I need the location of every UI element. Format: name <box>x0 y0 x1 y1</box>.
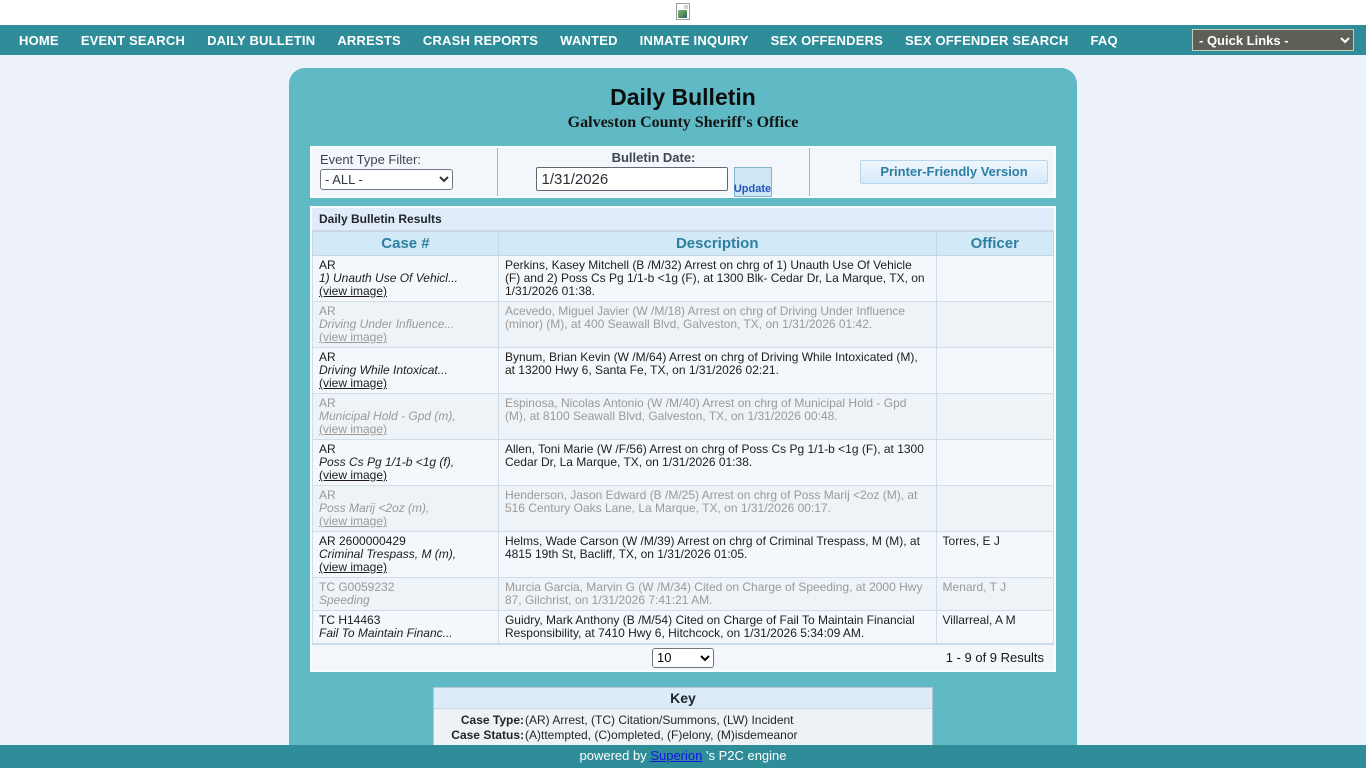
case-cell: AR 2600000429Criminal Trespass, M (m),(v… <box>313 532 499 578</box>
view-image-link[interactable]: (view image) <box>319 331 492 344</box>
table-row: ARPoss Cs Pg 1/1-b <1g (f),(view image)A… <box>313 440 1054 486</box>
agency-subtitle: Galveston County Sheriff's Office <box>310 114 1056 132</box>
results-section-title: Daily Bulletin Results <box>312 208 1054 231</box>
event-type-filter-cell: Event Type Filter: - ALL - <box>312 148 498 196</box>
filter-bar: Event Type Filter: - ALL - Bulletin Date… <box>310 146 1056 198</box>
broken-image-icon <box>676 3 690 20</box>
case-cell: ARDriving While Intoxicat...(view image) <box>313 348 499 394</box>
officer-cell <box>936 440 1053 486</box>
nav-item-home[interactable]: HOME <box>8 33 70 48</box>
nav-item-wanted[interactable]: WANTED <box>549 33 629 48</box>
case-cell: ARMunicipal Hold - Gpd (m),(view image) <box>313 394 499 440</box>
key-box: Key Case Type:(AR) Arrest, (TC) Citation… <box>433 687 933 748</box>
description-cell: Helms, Wade Carson (W /M/39) Arrest on c… <box>498 532 936 578</box>
description-cell: Bynum, Brian Kevin (W /M/64) Arrest on c… <box>498 348 936 394</box>
table-row: AR1) Unauth Use Of Vehicl...(view image)… <box>313 256 1054 302</box>
view-image-link[interactable]: (view image) <box>319 377 492 390</box>
top-strip <box>0 0 1366 25</box>
description-cell: Henderson, Jason Edward (B /M/25) Arrest… <box>498 486 936 532</box>
description-cell: Perkins, Kasey Mitchell (B /M/32) Arrest… <box>498 256 936 302</box>
description-cell: Murcia Garcia, Marvin G (W /M/34) Cited … <box>498 578 936 611</box>
key-line-text: (AR) Arrest, (TC) Citation/Summons, (LW)… <box>524 713 794 728</box>
officer-cell <box>936 394 1053 440</box>
results-count: 1 - 9 of 9 Results <box>946 650 1054 665</box>
case-cell: TC G0059232Speeding <box>313 578 499 611</box>
key-line: Case Status:(A)ttempted, (C)ompleted, (F… <box>434 728 932 743</box>
key-line-label: Case Type: <box>434 713 524 728</box>
description-cell: Espinosa, Nicolas Antonio (W /M/40) Arre… <box>498 394 936 440</box>
case-cell: ARPoss Cs Pg 1/1-b <1g (f),(view image) <box>313 440 499 486</box>
charge-text: Fail To Maintain Financ... <box>319 627 492 640</box>
results-box: Daily Bulletin Results Case # Descriptio… <box>310 206 1056 672</box>
nav-item-faq[interactable]: FAQ <box>1079 33 1128 48</box>
officer-cell <box>936 302 1053 348</box>
event-type-select[interactable]: - ALL - <box>320 169 453 190</box>
view-image-link[interactable]: (view image) <box>319 423 492 436</box>
column-header-case: Case # <box>313 232 499 256</box>
update-button[interactable]: Update <box>734 167 772 197</box>
table-row: AR 2600000429Criminal Trespass, M (m),(v… <box>313 532 1054 578</box>
key-line-label: Case Status: <box>434 728 524 743</box>
page-size-select[interactable]: 10 <box>652 648 714 668</box>
event-type-filter-label: Event Type Filter: <box>320 152 489 167</box>
officer-cell: Torres, E J <box>936 532 1053 578</box>
nav-item-event-search[interactable]: EVENT SEARCH <box>70 33 196 48</box>
description-cell: Allen, Toni Marie (W /F/56) Arrest on ch… <box>498 440 936 486</box>
charge-text: Speeding <box>319 594 492 607</box>
table-row: TC H14463Fail To Maintain Financ...Guidr… <box>313 611 1054 644</box>
column-header-officer: Officer <box>936 232 1053 256</box>
bulletin-date-cell: Bulletin Date: Update <box>498 148 810 196</box>
officer-cell: Menard, T J <box>936 578 1053 611</box>
daily-bulletin-panel: Daily Bulletin Galveston County Sheriff'… <box>289 68 1077 768</box>
column-header-description: Description <box>498 232 936 256</box>
table-row: ARDriving Under Influence...(view image)… <box>313 302 1054 348</box>
printer-friendly-button[interactable]: Printer-Friendly Version <box>860 160 1048 184</box>
page-title: Daily Bulletin <box>310 84 1056 111</box>
nav-item-inmate-inquiry[interactable]: INMATE INQUIRY <box>629 33 760 48</box>
officer-cell <box>936 486 1053 532</box>
results-header-row: Case # Description Officer <box>313 232 1054 256</box>
nav-item-sex-offender-search[interactable]: SEX OFFENDER SEARCH <box>894 33 1079 48</box>
case-cell: TC H14463Fail To Maintain Financ... <box>313 611 499 644</box>
case-cell: AR1) Unauth Use Of Vehicl...(view image) <box>313 256 499 302</box>
pagination-row: 10 1 - 9 of 9 Results <box>312 644 1054 670</box>
nav-item-daily-bulletin[interactable]: DAILY BULLETIN <box>196 33 326 48</box>
description-cell: Guidry, Mark Anthony (B /M/54) Cited on … <box>498 611 936 644</box>
footer-bar: powered by Superion 's P2C engine <box>0 745 1366 768</box>
key-line: Case Type:(AR) Arrest, (TC) Citation/Sum… <box>434 713 932 728</box>
view-image-link[interactable]: (view image) <box>319 515 492 528</box>
case-cell: ARDriving Under Influence...(view image) <box>313 302 499 348</box>
nav-item-arrests[interactable]: ARRESTS <box>326 33 412 48</box>
table-row: TC G0059232SpeedingMurcia Garcia, Marvin… <box>313 578 1054 611</box>
nav-item-crash-reports[interactable]: CRASH REPORTS <box>412 33 549 48</box>
bulletin-date-input[interactable] <box>536 167 728 191</box>
officer-cell <box>936 348 1053 394</box>
table-row: ARDriving While Intoxicat...(view image)… <box>313 348 1054 394</box>
nav-item-sex-offenders[interactable]: SEX OFFENDERS <box>760 33 894 48</box>
printer-cell: Printer-Friendly Version <box>810 148 1054 196</box>
view-image-link[interactable]: (view image) <box>319 285 492 298</box>
bulletin-date-label: Bulletin Date: <box>504 150 803 165</box>
description-cell: Acevedo, Miguel Javier (W /M/18) Arrest … <box>498 302 936 348</box>
footer-prefix: powered by <box>579 748 650 763</box>
results-table: Case # Description Officer AR1) Unauth U… <box>312 231 1054 644</box>
superion-link[interactable]: Superion <box>650 748 702 763</box>
officer-cell <box>936 256 1053 302</box>
officer-cell: Villarreal, A M <box>936 611 1053 644</box>
table-row: ARPoss Marij <2oz (m),(view image)Hender… <box>313 486 1054 532</box>
case-cell: ARPoss Marij <2oz (m),(view image) <box>313 486 499 532</box>
key-line-text: (A)ttempted, (C)ompleted, (F)elony, (M)i… <box>524 728 798 743</box>
key-title: Key <box>434 688 932 709</box>
main-navigation: HOMEEVENT SEARCHDAILY BULLETINARRESTSCRA… <box>0 25 1366 55</box>
view-image-link[interactable]: (view image) <box>319 469 492 482</box>
view-image-link[interactable]: (view image) <box>319 561 492 574</box>
footer-suffix: 's P2C engine <box>702 748 786 763</box>
table-row: ARMunicipal Hold - Gpd (m),(view image)E… <box>313 394 1054 440</box>
quick-links-select[interactable]: - Quick Links - <box>1192 29 1354 51</box>
